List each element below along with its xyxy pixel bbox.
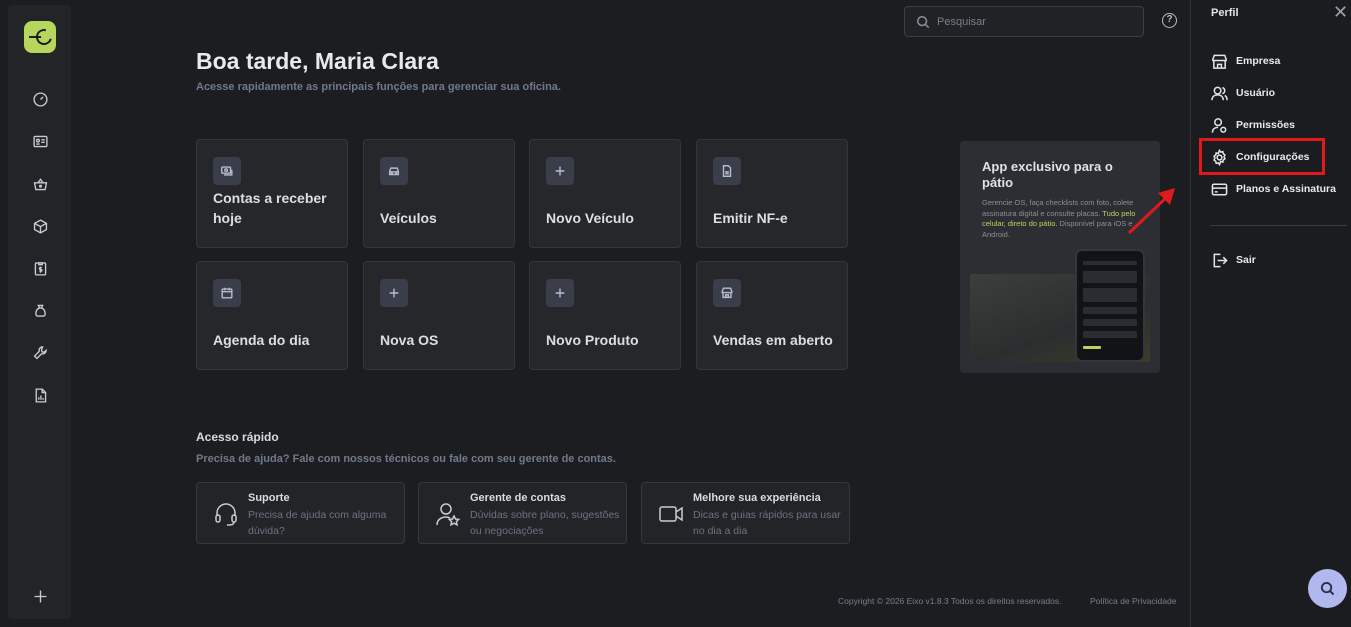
app-promo-card[interactable]: App exclusivo para o pátio Gerencie OS, … — [960, 141, 1160, 373]
money-icon — [213, 157, 241, 185]
panel-divider — [1210, 225, 1347, 226]
quick-access-subtitle: Precisa de ajuda? Fale com nossos técnic… — [196, 453, 616, 465]
close-icon[interactable]: ✕ — [1333, 2, 1348, 22]
logout-button[interactable]: Sair — [1211, 249, 1256, 271]
quick-access-account-manager[interactable]: Gerente de contas Dúvidas sobre plano, s… — [418, 482, 627, 544]
card-label: Vendas em aberto — [713, 332, 833, 348]
user-lock-icon — [1211, 117, 1227, 133]
plus-icon — [546, 157, 574, 185]
copyright-text: Copyright © 2026 Eixo v1.8.3 Todos os di… — [838, 596, 1062, 606]
phone-mockup — [1075, 249, 1145, 362]
pointer-arrow-icon — [1127, 188, 1175, 235]
profile-panel: Perfil ✕ Empresa Usuário Permissões Conf… — [1190, 0, 1351, 627]
plus-icon — [380, 279, 408, 307]
card-contas-a-receber[interactable]: Contas a receber hoje — [196, 139, 348, 248]
card-label: Novo Produto — [546, 332, 639, 348]
search-bar[interactable] — [904, 6, 1144, 37]
quick-access-item-desc: Dicas e guias rápidos para usar no dia a… — [693, 509, 841, 537]
floating-search-button[interactable] — [1308, 569, 1347, 608]
dashboard-icon[interactable] — [30, 89, 50, 109]
money-bag-icon[interactable] — [30, 300, 50, 320]
plus-icon — [546, 279, 574, 307]
card-veiculos[interactable]: Veículos — [363, 139, 515, 248]
quick-access-experience[interactable]: Melhore sua experiência Dicas e guias rá… — [641, 482, 850, 544]
panel-item-planos[interactable]: Planos e Assinatura — [1211, 178, 1336, 200]
box-icon[interactable] — [30, 216, 50, 236]
wrench-icon[interactable] — [30, 342, 50, 362]
card-label: Nova OS — [380, 332, 439, 348]
card-vendas-em-aberto[interactable]: Vendas em aberto — [696, 261, 848, 370]
logout-icon — [1213, 253, 1228, 267]
card-agenda-do-dia[interactable]: Agenda do dia — [196, 261, 348, 370]
card-nova-os[interactable]: Nova OS — [363, 261, 515, 370]
page-subtitle: Acesse rapidamente as principais funções… — [196, 81, 561, 93]
store-icon — [713, 279, 741, 307]
users-icon — [1211, 86, 1228, 100]
headset-icon — [215, 503, 237, 526]
car-icon — [380, 157, 408, 185]
video-icon — [659, 506, 683, 522]
card-label: Emitir NF-e — [713, 210, 788, 226]
panel-item-permissoes[interactable]: Permissões — [1211, 114, 1295, 136]
help-icon[interactable]: ? — [1162, 13, 1177, 28]
basket-icon[interactable] — [30, 174, 50, 194]
card-label: Contas a receber hoje — [213, 190, 327, 226]
app-root: ? Boa tarde, Maria Clara Acesse rapidame… — [0, 0, 1351, 627]
quick-access-item-desc: Dúvidas sobre plano, sugestões ou negoci… — [470, 509, 620, 537]
id-card-icon[interactable] — [30, 131, 50, 151]
app-logo[interactable] — [24, 21, 56, 53]
clipboard-dollar-icon[interactable] — [30, 258, 50, 278]
sidebar — [8, 5, 71, 619]
privacy-link[interactable]: Política de Privacidade — [1090, 596, 1176, 606]
card-label: Novo Veículo — [546, 210, 634, 226]
promo-description: Gerencie OS, faça checklists com foto, c… — [982, 198, 1136, 239]
quick-access-item-title: Melhore sua experiência — [693, 492, 821, 504]
page-title: Boa tarde, Maria Clara — [196, 48, 439, 74]
card-emitir-nfe[interactable]: Emitir NF-e — [696, 139, 848, 248]
card-label: Agenda do dia — [213, 332, 310, 348]
highlight-box — [1199, 138, 1325, 175]
card-icon — [1211, 183, 1228, 195]
promo-title: App exclusivo para o pátio — [982, 159, 1113, 190]
card-label: Veículos — [380, 210, 437, 226]
panel-item-usuario[interactable]: Usuário — [1211, 82, 1275, 104]
search-icon — [916, 15, 930, 29]
store-icon — [1212, 54, 1227, 69]
report-icon[interactable] — [30, 385, 50, 405]
search-icon — [1320, 581, 1335, 596]
card-novo-veiculo[interactable]: Novo Veículo — [529, 139, 681, 248]
panel-title: Perfil — [1211, 7, 1239, 19]
panel-item-empresa[interactable]: Empresa — [1211, 50, 1280, 72]
card-novo-produto[interactable]: Novo Produto — [529, 261, 681, 370]
search-input[interactable] — [937, 13, 1137, 31]
calendar-icon — [213, 279, 241, 307]
quick-access-item-desc: Precisa de ajuda com alguma dúvida? — [248, 509, 387, 537]
quick-access-support[interactable]: Suporte Precisa de ajuda com alguma dúvi… — [196, 482, 405, 544]
document-icon — [713, 157, 741, 185]
add-icon[interactable] — [30, 586, 50, 606]
quick-access-item-title: Suporte — [248, 492, 290, 504]
user-star-icon — [436, 503, 461, 527]
quick-access-item-title: Gerente de contas — [470, 492, 566, 504]
quick-access-title: Acesso rápido — [196, 430, 279, 444]
